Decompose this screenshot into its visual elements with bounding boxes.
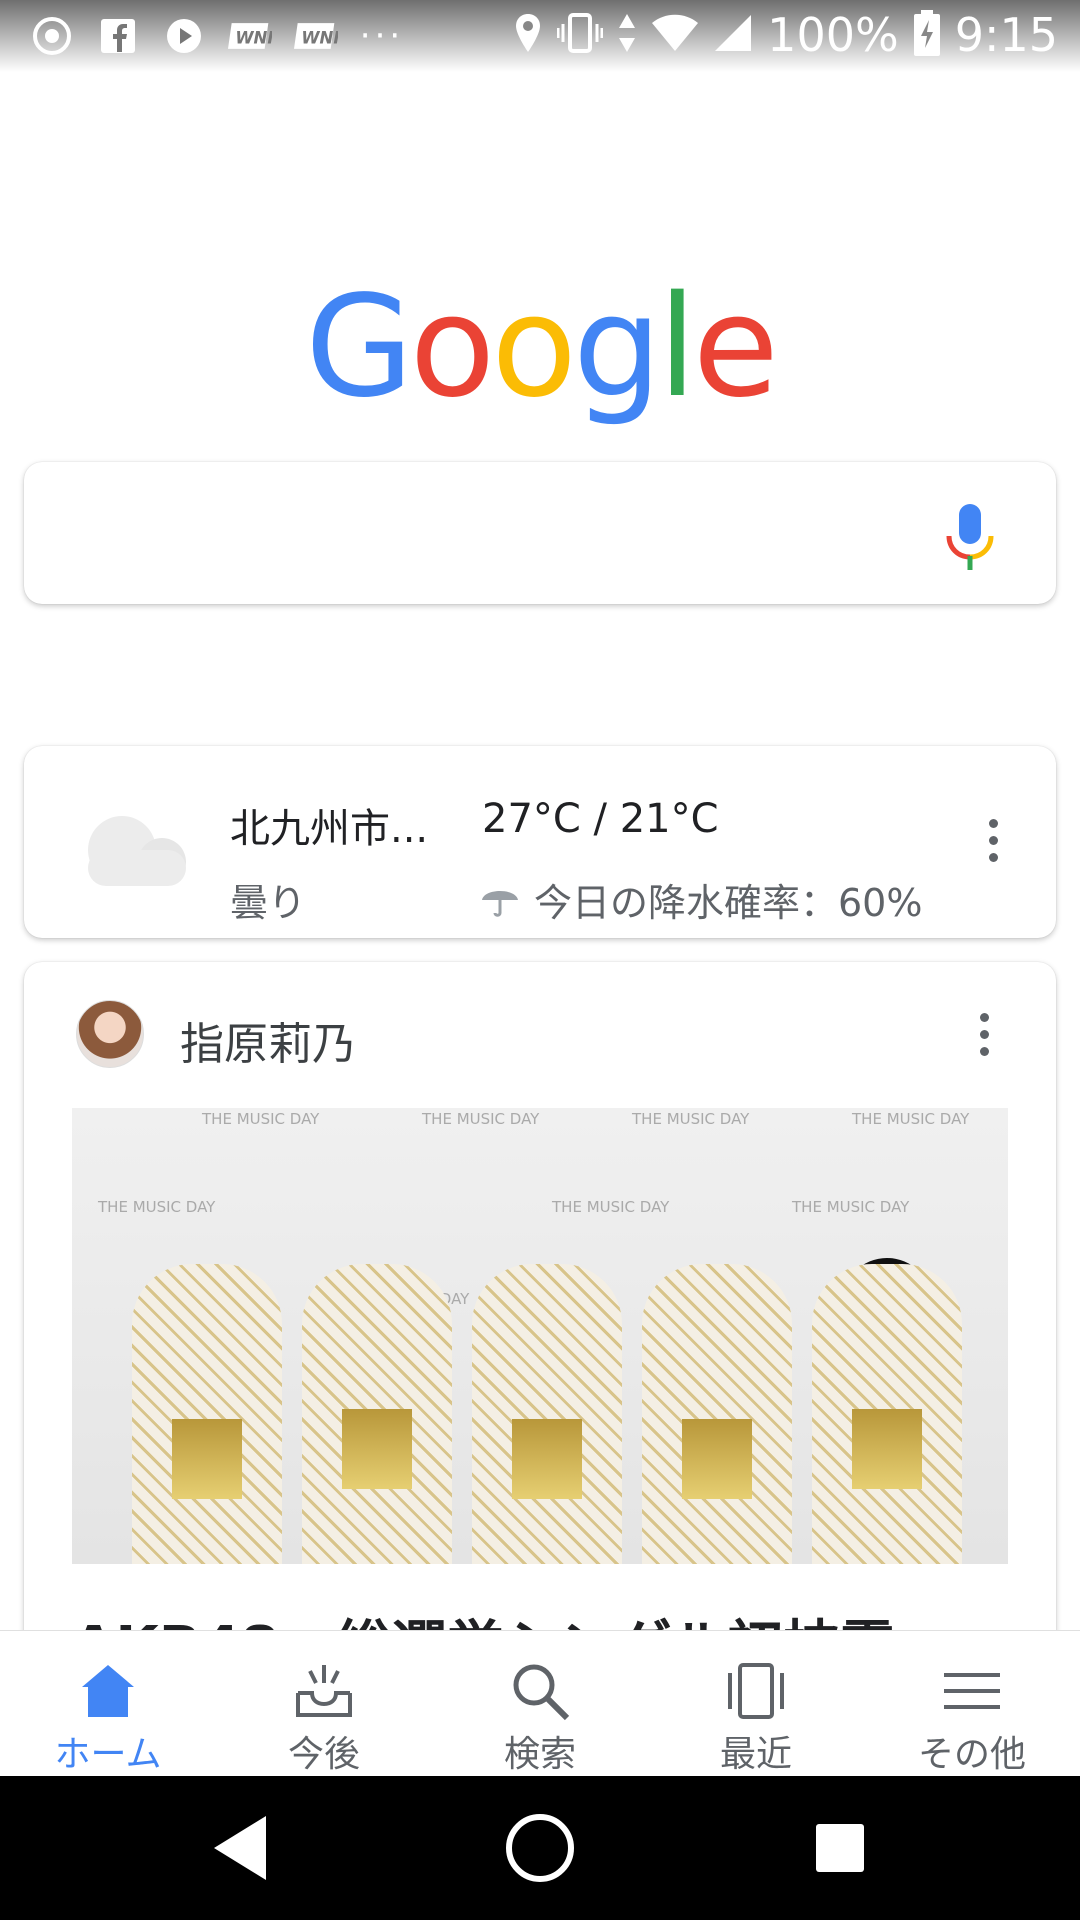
home-button-icon[interactable] <box>504 1812 576 1884</box>
nav-label: 検索 <box>503 1734 576 1775</box>
back-icon[interactable] <box>204 1812 276 1884</box>
overflow-dots-icon: ··· <box>359 16 405 56</box>
system-nav-bar <box>0 1776 1080 1920</box>
overview-icon[interactable] <box>804 1812 876 1884</box>
search-icon <box>513 1664 570 1721</box>
wni-icon: WNI <box>294 16 338 56</box>
weather-more-options-icon[interactable] <box>978 810 1008 870</box>
wifi-icon <box>651 13 699 57</box>
news-more-options-icon[interactable] <box>969 1004 999 1064</box>
nav-label: ホーム <box>54 1734 162 1775</box>
logo-letter: e <box>692 266 779 429</box>
data-arrows-icon <box>617 12 637 58</box>
logo-letter: G <box>305 266 413 429</box>
logo-letter: g <box>572 266 662 429</box>
backdrop-text: THE MUSIC DAY <box>632 1110 750 1128</box>
nav-search[interactable]: 検索 <box>432 1631 648 1777</box>
chrome-icon <box>30 16 74 56</box>
search-input[interactable] <box>54 498 938 570</box>
cloud-icon <box>76 810 196 890</box>
clock: 9:15 <box>954 8 1058 62</box>
upcoming-icon <box>296 1665 352 1717</box>
photo-person <box>302 1184 452 1564</box>
menu-icon <box>944 1673 1000 1709</box>
nav-more[interactable]: その他 <box>864 1631 1080 1777</box>
weather-card[interactable]: 北九州市... 曇り 27°C / 21°C 今日の降水確率：60% <box>24 746 1056 938</box>
logo-letter: o <box>409 266 496 429</box>
wni-icon: WNI <box>228 16 272 56</box>
news-photo[interactable]: THE MUSIC DAY THE MUSIC DAY THE MUSIC DA… <box>72 1108 1008 1564</box>
battery-charging-icon <box>913 10 941 60</box>
svg-text:WNI: WNI <box>235 28 272 47</box>
avatar <box>76 1000 144 1068</box>
umbrella-icon <box>482 890 518 917</box>
google-logo: Google <box>0 268 1080 428</box>
weather-condition: 曇り <box>230 881 307 925</box>
facebook-icon <box>96 16 140 56</box>
news-source: 指原莉乃 <box>180 1019 356 1070</box>
home-icon <box>82 1665 134 1717</box>
backdrop-text: THE MUSIC DAY <box>422 1110 540 1128</box>
search-box[interactable] <box>24 462 1056 604</box>
photo-person <box>642 1194 792 1564</box>
precipitation-chance: 今日の降水確率：60% <box>480 872 922 927</box>
status-bar: WNI WNI ··· 100% 9:15 <box>0 0 1080 72</box>
nav-label: 今後 <box>287 1734 360 1775</box>
location-icon <box>513 12 543 58</box>
photo-person <box>472 1194 622 1564</box>
mic-icon[interactable] <box>940 502 1000 574</box>
logo-letter: o <box>491 266 577 429</box>
recent-icon <box>728 1663 784 1719</box>
vibrate-icon <box>556 12 604 58</box>
precipitation-text: 今日の降水確率：60% <box>534 881 923 925</box>
photo-person <box>132 1194 282 1564</box>
nav-label: 最近 <box>719 1734 792 1775</box>
nav-recent[interactable]: 最近 <box>648 1631 864 1777</box>
nav-upcoming[interactable]: 今後 <box>216 1631 432 1777</box>
svg-text:WNI: WNI <box>301 28 338 47</box>
photo-person <box>812 1184 962 1564</box>
signal-icon <box>713 13 753 57</box>
logo-letter: l <box>657 266 697 429</box>
news-card[interactable]: 指原莉乃 THE MUSIC DAY THE MUSIC DAY THE MUS… <box>24 962 1056 1682</box>
battery-percent: 100% <box>767 8 899 62</box>
weather-temperature: 27°C / 21°C <box>482 796 719 842</box>
nav-home[interactable]: ホーム <box>0 1631 216 1777</box>
weather-city: 北九州市... <box>230 806 429 852</box>
nav-label: その他 <box>917 1734 1026 1775</box>
play-icon <box>162 16 206 56</box>
bottom-nav: ホーム 今後 検索 最近 その他 <box>0 1630 1080 1777</box>
backdrop-text: THE MUSIC DAY <box>202 1110 320 1128</box>
backdrop-text: THE MUSIC DAY <box>852 1110 970 1128</box>
